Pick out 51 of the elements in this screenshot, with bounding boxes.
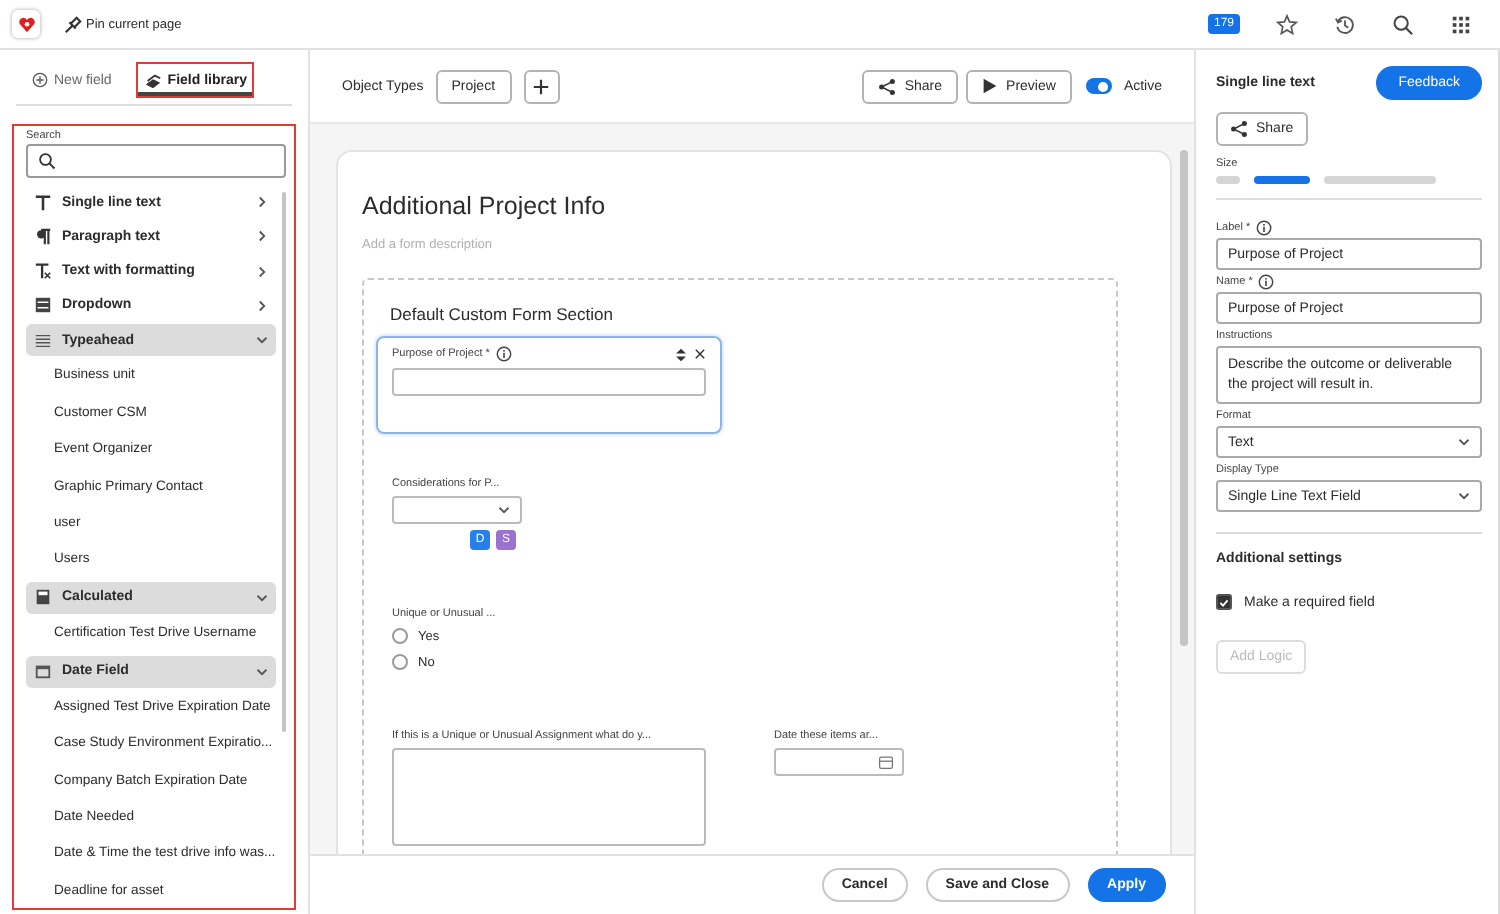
chevron-icon: [255, 299, 268, 312]
lines-icon: [34, 331, 52, 350]
scrollbar[interactable]: [1180, 150, 1188, 646]
info-icon: [495, 346, 512, 362]
plus-icon: [532, 77, 551, 95]
search-field[interactable]: [26, 144, 286, 178]
scrollbar[interactable]: [281, 192, 286, 732]
star-icon[interactable]: [1276, 13, 1298, 35]
app-logo[interactable]: [12, 10, 40, 38]
library-icon: [143, 71, 162, 89]
info-icon: [1258, 273, 1275, 289]
chevron-icon: [255, 334, 268, 347]
date-field[interactable]: [774, 748, 904, 776]
list-icon: [34, 296, 52, 315]
chevron-icon: [255, 265, 268, 278]
radio-button[interactable]: [392, 654, 408, 670]
calculator-icon: [34, 588, 52, 607]
section-title: Default Custom Form Section: [390, 304, 615, 324]
checkbox[interactable]: [1216, 594, 1232, 610]
share-icon: [878, 77, 897, 95]
calendar-icon: [34, 662, 52, 681]
pin-icon: [64, 15, 82, 33]
calendar-icon[interactable]: [878, 754, 894, 770]
share-icon: [1230, 120, 1248, 138]
search-icon[interactable]: [1392, 13, 1414, 35]
add-object-type-button[interactable]: [523, 69, 560, 103]
text-input[interactable]: [392, 368, 706, 396]
close-icon[interactable]: [694, 348, 706, 360]
size-option[interactable]: [1254, 176, 1310, 184]
apps-grid-icon[interactable]: [1450, 13, 1472, 35]
info-icon: [1256, 219, 1273, 235]
chevron-icon: [498, 504, 510, 516]
history-icon[interactable]: [1334, 13, 1356, 35]
radio-button[interactable]: [392, 628, 408, 644]
text-icon: [34, 193, 52, 211]
plus-circle-icon: [32, 72, 48, 88]
form-title: Additional Project Info: [362, 192, 608, 220]
active-toggle[interactable]: [1085, 78, 1112, 94]
chevron-icon: [255, 196, 268, 208]
chevron-icon: [255, 591, 268, 604]
chevron-icon: [1458, 490, 1470, 502]
play-icon: [982, 78, 999, 94]
search-icon: [38, 152, 56, 170]
textarea-field[interactable]: [392, 748, 706, 846]
pilcrow-icon: [34, 227, 52, 246]
move-icon[interactable]: [674, 347, 688, 361]
text-format-icon: [34, 262, 52, 281]
chevron-icon: [255, 230, 268, 243]
chevron-icon: [1458, 436, 1470, 448]
chevron-icon: [255, 665, 268, 678]
dropdown-field[interactable]: [392, 496, 522, 524]
